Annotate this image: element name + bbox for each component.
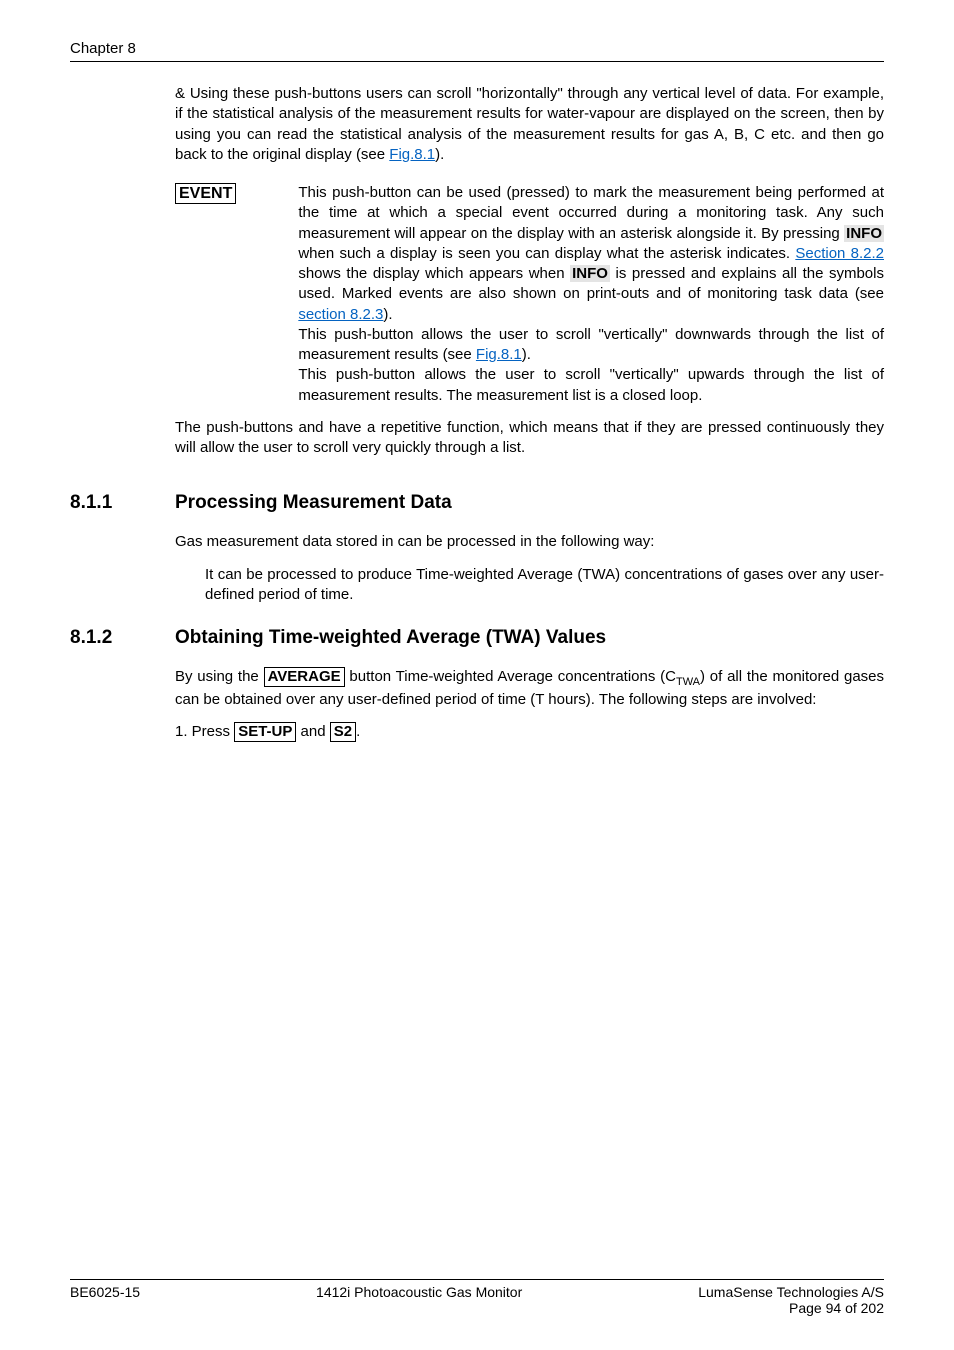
sec812-step1: 1. Press SET-UP and S2. [175, 722, 884, 742]
event-label-wrap: EVENT [175, 183, 236, 204]
section-title-811: Processing Measurement Data [175, 492, 452, 514]
setup-button-label: SET-UP [234, 722, 296, 742]
sec812-p1: By using the AVERAGE button Time-weighte… [175, 667, 884, 710]
footer-right-page: Page 94 of 202 [698, 1300, 884, 1316]
page-footer: BE6025-15 1412i Photoacoustic Gas Monito… [70, 1279, 884, 1316]
header-divider [70, 61, 884, 62]
chapter-header: Chapter 8 [70, 40, 884, 57]
link-section-823[interactable]: section 8.2.3 [298, 306, 383, 323]
section-number-811: 8.1.1 [70, 492, 175, 514]
sec811-p2: It can be processed to produce Time-weig… [205, 565, 884, 606]
section-title-812: Obtaining Time-weighted Average (TWA) Va… [175, 627, 606, 649]
footer-divider [70, 1279, 884, 1280]
link-fig81-b[interactable]: Fig.8.1 [476, 346, 522, 363]
s2-button-label: S2 [330, 722, 356, 742]
info-label-2: INFO [570, 265, 610, 282]
event-p1e: ). [383, 306, 392, 323]
event-p2b: ). [522, 346, 531, 363]
link-section-822[interactable]: Section 8.2.2 [795, 245, 884, 262]
event-paragraph-2: This push-button allows the user to scro… [298, 325, 884, 366]
link-fig81[interactable]: Fig.8.1 [389, 146, 435, 163]
footer-left: BE6025-15 [70, 1284, 140, 1316]
info-label-1: INFO [844, 225, 884, 242]
footer-center: 1412i Photoacoustic Gas Monitor [316, 1284, 522, 1316]
footer-right-company: LumaSense Technologies A/S [698, 1284, 884, 1300]
step-and: and [296, 723, 329, 740]
sec812-p1b: button Time-weighted Average concentrati… [345, 668, 676, 685]
event-p1a: This push-button can be used (pressed) t… [298, 184, 884, 242]
event-button-label: EVENT [175, 183, 236, 204]
step-prefix: 1. Press [175, 723, 234, 740]
sec812-p1a: By using the [175, 668, 264, 685]
event-paragraph-3: This push-button allows the user to scro… [298, 365, 884, 406]
event-p1c: shows the display which appears when [298, 265, 570, 282]
event-p1b: when such a display is seen you can disp… [298, 245, 795, 262]
scroll-text: & Using these push-buttons users can scr… [175, 85, 884, 163]
average-button-label: AVERAGE [264, 667, 345, 687]
sec811-p1: Gas measurement data stored in can be pr… [175, 532, 884, 552]
scroll-intro-paragraph: & Using these push-buttons users can scr… [175, 84, 884, 165]
event-p2a: This push-button allows the user to scro… [298, 326, 884, 363]
event-paragraph-1: This push-button can be used (pressed) t… [298, 183, 884, 325]
step-dot: . [356, 723, 360, 740]
twa-subscript: TWA [676, 676, 700, 688]
section-number-812: 8.1.2 [70, 627, 175, 649]
scroll-suffix: ). [435, 146, 444, 163]
push-buttons-paragraph: The push-buttons and have a repetitive f… [175, 418, 884, 459]
